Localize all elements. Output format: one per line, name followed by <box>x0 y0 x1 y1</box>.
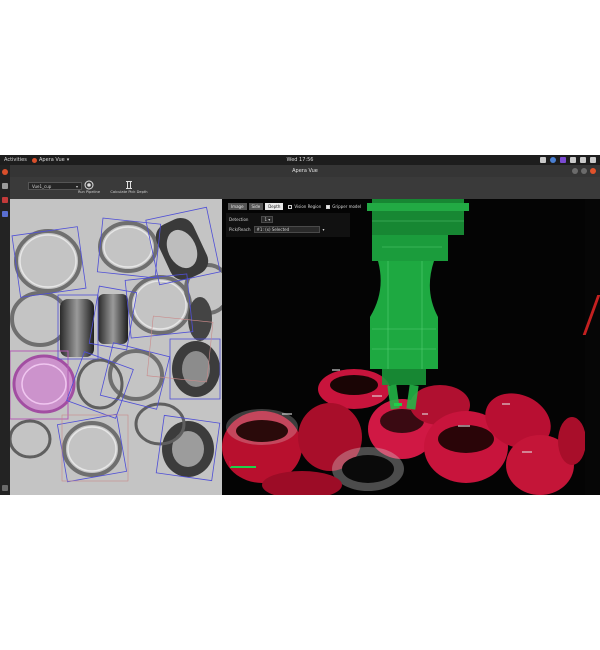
network-icon[interactable] <box>570 157 576 163</box>
firefox-icon[interactable] <box>2 169 8 175</box>
pick-row: Pick/Reach #1: (x) Selected ▾ <box>229 226 325 233</box>
power-icon[interactable] <box>590 157 596 163</box>
calculate-pick-depth-icon <box>126 181 132 189</box>
window-title-bar: Apera Vue <box>10 165 600 177</box>
detection-image <box>10 199 222 495</box>
vision-region-toggle[interactable]: Vision Region <box>288 204 321 209</box>
desktop-screen: Activities Apera Vue ▾ Wed 17:56 Apera V… <box>0 155 600 495</box>
tab-depth[interactable]: Depth <box>265 203 284 210</box>
project-select-value: Vue1_cup <box>32 184 52 189</box>
gripper-model-toggle[interactable]: Gripper model <box>326 204 361 209</box>
minimize-icon[interactable] <box>572 168 578 174</box>
volume-icon[interactable] <box>580 157 586 163</box>
gripper-model-label: Gripper model <box>332 204 362 209</box>
tab-side[interactable]: Side <box>248 203 264 210</box>
files-icon[interactable] <box>2 183 8 189</box>
depth-view <box>222 199 585 495</box>
detection-select[interactable]: 1 ▾ <box>261 216 274 223</box>
chevron-down-icon: ▾ <box>322 227 325 232</box>
run-pipeline-icon <box>84 180 94 190</box>
display-icon[interactable] <box>540 157 546 163</box>
show-apps-icon[interactable] <box>2 485 8 491</box>
run-pipeline-label: Run Pipeline <box>77 190 101 194</box>
close-icon[interactable] <box>590 168 596 174</box>
detection-row: Detection 1 ▾ <box>229 216 274 223</box>
software-icon[interactable] <box>2 197 8 203</box>
app-toolbar: Vue1_cup ▾ Run Pipeline Calculate Pick D… <box>10 177 600 199</box>
calculate-pick-depth-label: Calculate Pick Depth <box>110 190 148 194</box>
window-title: Apera Vue <box>292 168 318 174</box>
system-tray <box>540 157 596 163</box>
window-controls <box>572 168 596 174</box>
depth-view-panel[interactable]: Image Side Depth Vision Region Gripper m… <box>222 199 585 495</box>
detection-label: Detection <box>229 217 249 222</box>
apera-vue-icon[interactable] <box>2 211 8 217</box>
pick-label: Pick/Reach <box>229 227 251 232</box>
detection-panel: Detection 1 ▾ Pick/Reach #1: (x) Selecte… <box>226 213 350 237</box>
clock[interactable]: Wed 17:56 <box>0 155 600 165</box>
side-strip <box>585 199 600 495</box>
pick-select[interactable]: #1: (x) Selected <box>253 226 320 233</box>
gnome-top-bar: Activities Apera Vue ▾ Wed 17:56 <box>0 155 600 165</box>
vision-region-checkbox[interactable] <box>288 204 293 209</box>
gripper-model-checkbox[interactable] <box>326 204 331 209</box>
view-tabs: Image Side Depth Vision Region Gripper m… <box>228 203 361 210</box>
tab-image[interactable]: Image <box>228 203 247 210</box>
detection-image-panel[interactable] <box>10 199 222 495</box>
chat-icon[interactable] <box>550 157 556 163</box>
vision-region-label: Vision Region <box>294 204 322 209</box>
pick-value: #1: (x) Selected <box>256 227 290 232</box>
settings-icon[interactable] <box>560 157 566 163</box>
detection-value: 1 <box>264 217 267 222</box>
maximize-icon[interactable] <box>581 168 587 174</box>
dock <box>0 165 10 495</box>
run-pipeline-button[interactable]: Run Pipeline <box>67 180 111 198</box>
calculate-pick-depth-button[interactable]: Calculate Pick Depth <box>107 180 151 198</box>
